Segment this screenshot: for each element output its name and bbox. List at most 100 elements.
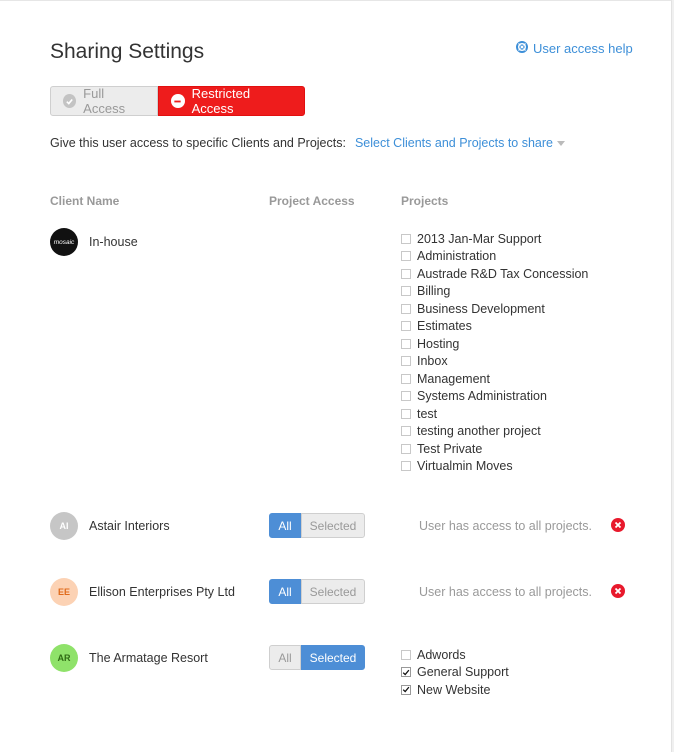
remove-client-button[interactable] [611, 518, 625, 532]
description-text: Give this user access to specific Client… [50, 136, 346, 150]
full-access-button[interactable]: Full Access [50, 86, 158, 116]
project-item[interactable]: Business Development [401, 300, 588, 318]
project-checkbox[interactable] [401, 286, 411, 297]
all-option[interactable]: All [269, 513, 301, 538]
select-link-label: Select Clients and Projects to share [354, 136, 553, 150]
project-label: Estimates [417, 319, 472, 334]
project-checkbox[interactable] [401, 356, 411, 367]
sharing-settings-panel: Sharing Settings User access help Full A… [0, 0, 672, 752]
project-checkbox[interactable] [401, 373, 411, 384]
all-option[interactable]: All [269, 645, 301, 670]
all-access-message: User has access to all projects. [419, 585, 592, 599]
project-checkbox[interactable] [401, 408, 411, 419]
all-option[interactable]: All [269, 579, 301, 604]
project-item[interactable]: testing another project [401, 423, 588, 441]
select-clients-projects-dropdown[interactable]: Select Clients and Projects to share [355, 136, 565, 150]
project-checkbox[interactable] [401, 233, 411, 244]
project-checkbox[interactable] [401, 391, 411, 402]
project-label: Hosting [417, 336, 460, 351]
project-checkbox[interactable] [401, 667, 411, 678]
help-link-label: User access help [533, 41, 633, 56]
checkmark-icon [402, 669, 410, 676]
project-label: Business Development [417, 301, 545, 316]
project-item[interactable]: General Support [401, 664, 509, 682]
client-name: The Armatage Resort [89, 651, 208, 665]
project-checkbox[interactable] [401, 649, 411, 660]
access-segmented-control: All Selected [269, 645, 365, 670]
selected-option[interactable]: Selected [301, 579, 365, 604]
project-label: Austrade R&D Tax Concession [417, 266, 589, 281]
access-segmented-control: All Selected [269, 579, 365, 604]
project-checkbox[interactable] [401, 338, 411, 349]
lifebuoy-icon [516, 41, 528, 56]
project-item[interactable]: Hosting [401, 335, 588, 353]
project-item[interactable]: Adwords [401, 646, 509, 664]
restricted-access-label: Restricted Access [191, 86, 251, 116]
close-icon [614, 587, 622, 595]
restricted-access-button[interactable]: Restricted Access [158, 86, 305, 116]
project-label: Adwords [417, 647, 466, 662]
client-row-ellison-enterprises: EE Ellison Enterprises Pty Ltd [50, 578, 235, 606]
avatar: mosaic [50, 228, 78, 256]
project-label: Systems Administration [417, 389, 547, 404]
project-item[interactable]: Administration [401, 248, 588, 266]
column-header-access: Project Access [269, 194, 355, 208]
project-item[interactable]: Inbox [401, 353, 588, 371]
access-segmented-control: All Selected [269, 513, 365, 538]
project-label: test [417, 406, 438, 421]
project-item[interactable]: Estimates [401, 318, 588, 336]
project-label: Billing [417, 284, 451, 299]
client-name: Astair Interiors [89, 519, 170, 533]
column-header-projects: Projects [401, 194, 449, 208]
project-item[interactable]: Management [401, 370, 588, 388]
project-label: testing another project [417, 424, 541, 439]
project-checkbox[interactable] [401, 443, 411, 454]
access-description: Give this user access to specific Client… [50, 136, 565, 150]
caret-down-icon [557, 140, 565, 146]
project-checkbox[interactable] [401, 303, 411, 314]
client-name: Ellison Enterprises Pty Ltd [89, 585, 235, 599]
all-access-message: User has access to all projects. [419, 519, 592, 533]
avatar: AR [50, 644, 78, 672]
column-header-client: Client Name [50, 194, 120, 208]
project-item[interactable]: New Website [401, 681, 509, 699]
full-access-label: Full Access [83, 86, 126, 116]
remove-client-button[interactable] [611, 584, 625, 598]
access-toggle: Full Access Restricted Access [50, 86, 305, 116]
close-icon [614, 521, 622, 529]
project-item[interactable]: Austrade R&D Tax Concession [401, 265, 588, 283]
project-item[interactable]: Systems Administration [401, 388, 588, 406]
client-row-astair-interiors: AI Astair Interiors [50, 512, 170, 540]
project-item[interactable]: Virtualmin Moves [401, 458, 588, 476]
minus-circle-icon [171, 94, 185, 108]
check-circle-icon [63, 94, 77, 108]
project-item[interactable]: 2013 Jan-Mar Support [401, 230, 588, 248]
project-list-in-house: 2013 Jan-Mar Support Administration Austra… [401, 230, 588, 475]
project-label: General Support [417, 665, 509, 680]
project-label: Test Private [417, 441, 483, 456]
project-item[interactable]: Test Private [401, 440, 588, 458]
avatar: EE [50, 578, 78, 606]
project-item[interactable]: test [401, 405, 588, 423]
project-item[interactable]: Billing [401, 283, 588, 301]
client-row-in-house: mosaic In-house [50, 228, 138, 256]
project-label: New Website [417, 682, 491, 697]
selected-option[interactable]: Selected [301, 513, 365, 538]
project-checkbox[interactable] [401, 251, 411, 262]
client-row-armatage-resort: AR The Armatage Resort [50, 644, 208, 672]
project-label: Inbox [417, 354, 448, 369]
project-checkbox[interactable] [401, 321, 411, 332]
project-label: 2013 Jan-Mar Support [417, 231, 542, 246]
project-label: Management [417, 371, 490, 386]
page-title: Sharing Settings [50, 40, 205, 63]
selected-option[interactable]: Selected [301, 645, 365, 670]
project-checkbox[interactable] [401, 684, 411, 695]
checkmark-icon [402, 686, 410, 693]
avatar: AI [50, 512, 78, 540]
project-checkbox[interactable] [401, 461, 411, 472]
project-checkbox[interactable] [401, 426, 411, 437]
project-checkbox[interactable] [401, 268, 411, 279]
client-name: In-house [89, 235, 138, 249]
user-access-help-link[interactable]: User access help [516, 41, 633, 56]
project-label: Administration [417, 249, 497, 264]
